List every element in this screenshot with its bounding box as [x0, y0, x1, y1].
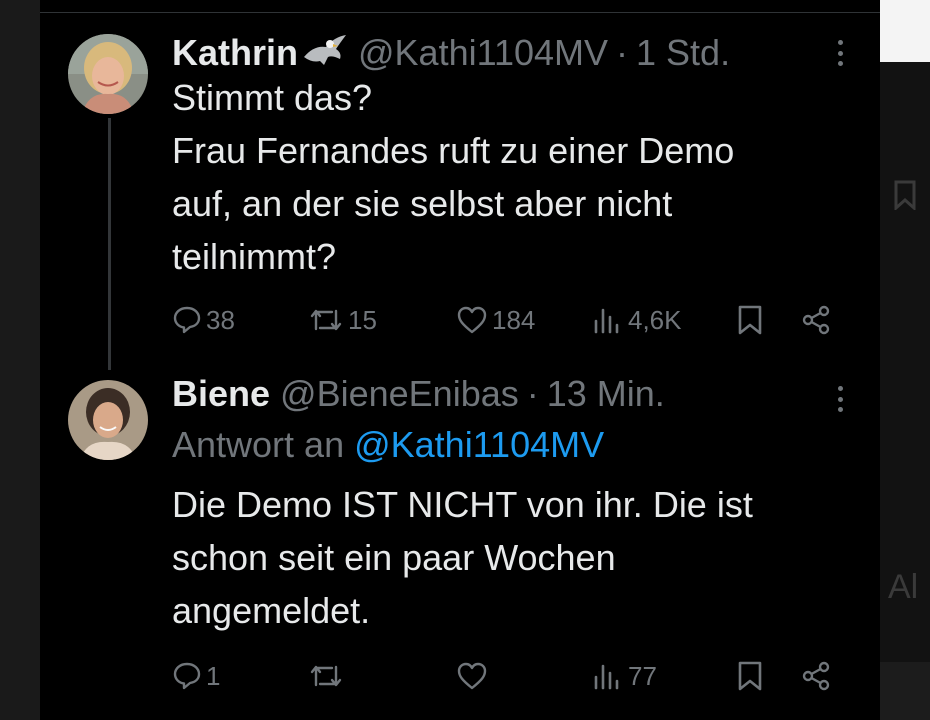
display-name[interactable]: Biene — [172, 373, 270, 415]
heart-icon — [457, 662, 487, 690]
view-count: 77 — [628, 660, 657, 691]
divider — [40, 12, 880, 13]
display-name[interactable]: Kathrin — [172, 32, 298, 74]
tweet-text: Stimmt das? Frau Fernandes ruft zu einer… — [172, 77, 735, 277]
avatar[interactable] — [68, 34, 148, 114]
view-count: 4,6K — [628, 304, 682, 335]
more-options-icon[interactable] — [830, 382, 850, 416]
reply-icon — [173, 662, 201, 690]
share-icon — [802, 305, 830, 335]
screenshot: Al Kathrin @Kathi1104MV · 1 Std. Stimmt … — [0, 0, 930, 720]
like-button[interactable]: 184 — [456, 300, 535, 340]
like-count: 184 — [492, 304, 536, 335]
views-icon — [594, 664, 619, 690]
reply-context: Antwort an @Kathi1104MV — [172, 424, 604, 466]
timestamp[interactable]: 1 Std. — [636, 32, 730, 74]
reply-button[interactable]: 38 — [172, 300, 235, 340]
like-button[interactable] — [456, 656, 492, 696]
cut-off-text: Al — [888, 568, 919, 606]
bookmark-button[interactable] — [736, 656, 764, 696]
avatar[interactable] — [68, 380, 148, 460]
bookmark-button[interactable] — [736, 300, 764, 340]
retweet-icon — [310, 309, 342, 331]
right-bottom-panel — [880, 662, 930, 720]
reply-icon — [173, 306, 201, 334]
separator: · — [616, 32, 629, 73]
reply-count: 1 — [206, 660, 221, 691]
views-button[interactable]: 77 — [592, 656, 657, 696]
share-button[interactable] — [800, 300, 832, 340]
share-button[interactable] — [800, 656, 832, 696]
retweet-icon — [310, 665, 342, 687]
right-sidebar-edge: Al — [880, 0, 930, 720]
views-icon — [594, 308, 619, 334]
right-top-panel — [880, 0, 930, 62]
tweet-text: Die Demo IST NICHT von ihr. Die ist scho… — [172, 484, 753, 631]
retweet-count: 15 — [348, 304, 377, 335]
heart-icon — [457, 306, 487, 334]
thread-connector-line — [108, 118, 111, 370]
share-icon — [802, 661, 830, 691]
retweet-button[interactable]: 15 — [308, 300, 377, 340]
mention-link[interactable]: @Kathi1104MV — [354, 424, 604, 465]
more-options-icon[interactable] — [830, 36, 850, 70]
left-background-strip — [0, 0, 40, 720]
timestamp[interactable]: 13 Min. — [547, 373, 665, 415]
retweet-button[interactable] — [308, 656, 348, 696]
reply-prefix: Antwort an — [172, 424, 355, 465]
user-handle[interactable]: @Kathi1104MV — [358, 32, 608, 74]
separator: · — [526, 373, 539, 414]
reply-count: 38 — [206, 304, 235, 335]
user-handle[interactable]: @BieneEnibas — [280, 373, 519, 415]
bookmark-icon — [894, 180, 916, 215]
tweet-thread: Kathrin @Kathi1104MV · 1 Std. Stimmt das… — [40, 0, 880, 720]
eagle-icon — [300, 31, 348, 71]
tweet-actions: 38 15 184 4,6K — [172, 300, 832, 340]
bookmark-icon — [738, 661, 762, 691]
reply-button[interactable]: 1 — [172, 656, 220, 696]
bookmark-icon — [738, 305, 762, 335]
tweet-actions: 1 77 — [172, 656, 832, 696]
views-button[interactable]: 4,6K — [592, 300, 682, 340]
